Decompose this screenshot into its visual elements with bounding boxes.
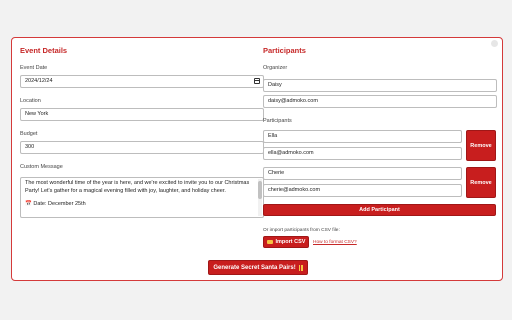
budget-input[interactable]: 300 — [20, 141, 264, 154]
participants-list-label: Participants — [263, 118, 292, 124]
participant-name-input[interactable]: Cherie — [263, 167, 462, 180]
custom-message-textarea[interactable]: The most wonderful time of the year is h… — [20, 177, 264, 218]
budget-value: 300 — [25, 144, 35, 150]
participant-email-value: ella@admoko.com — [268, 150, 314, 156]
custom-message-label: Custom Message — [20, 164, 63, 170]
message-scrollbar[interactable] — [258, 179, 262, 216]
remove-button-label: Remove — [470, 142, 492, 149]
location-value: New York — [25, 111, 49, 117]
participants-heading: Participants — [263, 46, 306, 55]
message-date-line: 📅 Date: December 25th — [25, 201, 86, 208]
message-paragraph: The most wonderful time of the year is h… — [25, 180, 250, 194]
generate-pairs-button[interactable]: Generate Secret Santa Pairs! — [208, 260, 308, 275]
generate-pairs-label: Generate Secret Santa Pairs! — [213, 264, 296, 271]
add-participant-label: Add Participant — [359, 207, 400, 213]
event-date-label: Event Date — [20, 65, 48, 71]
csv-format-help-link[interactable]: How to format CSV? — [313, 240, 357, 245]
import-csv-label: Import CSV — [275, 239, 306, 245]
organizer-label: Organizer — [263, 65, 288, 71]
organizer-email-value: daisy@admoko.com — [268, 98, 318, 104]
event-date-input[interactable]: 2024/12/24 — [20, 75, 264, 88]
participant-name-value: Cherie — [268, 170, 285, 176]
close-icon[interactable] — [491, 40, 498, 47]
import-hint-text: Or import participants from CSV file: — [263, 228, 340, 233]
event-details-heading: Event Details — [20, 46, 68, 55]
calendar-icon[interactable] — [254, 78, 260, 84]
remove-participant-button[interactable]: Remove — [466, 167, 496, 198]
participant-email-input[interactable]: cherie@admoko.com — [263, 184, 462, 197]
message-scroll-thumb[interactable] — [258, 181, 262, 199]
remove-button-label: Remove — [470, 179, 492, 186]
remove-participant-button[interactable]: Remove — [466, 130, 496, 161]
participant-email-input[interactable]: ella@admoko.com — [263, 147, 462, 160]
organizer-name-input[interactable]: Daisy — [263, 79, 497, 92]
secret-santa-form: Event Details Event Date 2024/12/24 Loca… — [11, 37, 503, 281]
event-date-value: 2024/12/24 — [25, 78, 53, 84]
location-label: Location — [20, 98, 41, 104]
participant-name-input[interactable]: Ella — [263, 130, 462, 143]
organizer-email-input[interactable]: daisy@admoko.com — [263, 95, 497, 108]
pause-icon — [298, 264, 303, 271]
participant-name-value: Ella — [268, 133, 278, 139]
location-input[interactable]: New York — [20, 108, 264, 121]
import-csv-button[interactable]: Import CSV — [263, 236, 309, 248]
add-participant-button[interactable]: Add Participant — [263, 204, 496, 216]
budget-label: Budget — [20, 131, 38, 137]
folder-icon — [266, 239, 273, 245]
participant-email-value: cherie@admoko.com — [268, 187, 321, 193]
organizer-name-value: Daisy — [268, 82, 282, 88]
